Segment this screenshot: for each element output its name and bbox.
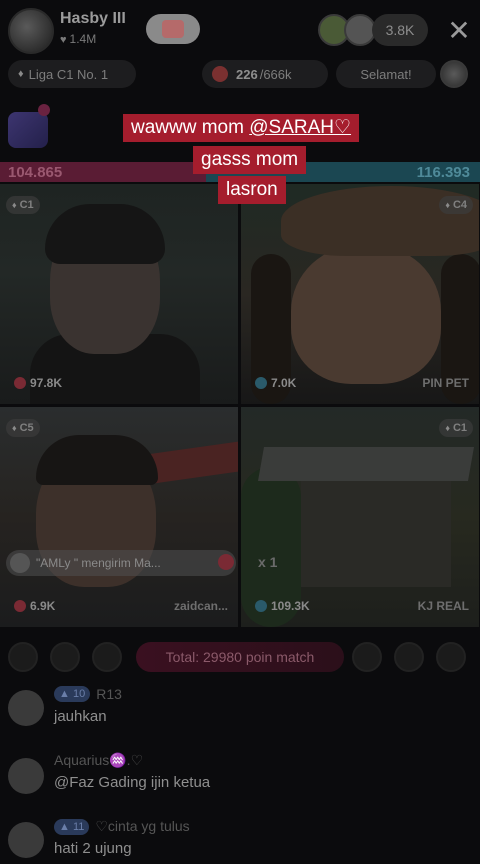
live-stream-screen: Hasby III ♥ 1.4M 3.8K ✕ ♦ Liga C1 No. 1 2… bbox=[0, 0, 480, 864]
rank-badge-label: C1 bbox=[452, 422, 467, 434]
goal-target: /666k bbox=[259, 66, 292, 82]
heart-icon: ♥ bbox=[60, 34, 67, 46]
host-name[interactable]: Hasby III bbox=[60, 10, 126, 28]
gift-icon bbox=[218, 554, 234, 570]
guest-name[interactable]: PIN PET bbox=[422, 376, 469, 390]
guest-video-2[interactable]: ♦ C4 7.0K PIN PET bbox=[241, 184, 479, 404]
guest-score-value: 109.3K bbox=[271, 599, 310, 613]
host-avatar[interactable] bbox=[8, 8, 54, 54]
chat-text: jauhkan bbox=[54, 708, 107, 725]
gift-count: x 1 bbox=[258, 554, 278, 570]
guest-score: 7.0K bbox=[255, 376, 296, 390]
chat-meta: ▲ 11 ♡cinta yg tulus bbox=[54, 818, 190, 835]
stats-row: ♦ Liga C1 No. 1 226 /666k Selamat! bbox=[0, 60, 480, 90]
goal-icon bbox=[212, 66, 228, 82]
diamond-icon: ♦ bbox=[18, 68, 24, 80]
guest-score-value: 6.9K bbox=[30, 599, 56, 613]
supporter-avatar[interactable] bbox=[352, 642, 382, 672]
rank-badge-label: C5 bbox=[19, 422, 34, 434]
guest-score: 109.3K bbox=[255, 599, 310, 613]
battle-video-grid: ♦ C1 97.8K ♦ C4 7.0K PIN PET ♦ C5 6.9K zaid… bbox=[0, 184, 480, 628]
chat-avatar[interactable] bbox=[8, 758, 44, 794]
chat-text: @Faz Gading ijin ketua bbox=[54, 774, 211, 791]
overlay-comments: wawww mom @SARAH♡ gasss mom lasron bbox=[0, 112, 480, 212]
guest-score-value: 97.8K bbox=[30, 376, 63, 390]
supporter-avatar[interactable] bbox=[436, 642, 466, 672]
league-label: Liga C1 No. 1 bbox=[28, 66, 109, 82]
score-icon bbox=[14, 377, 26, 389]
overlay-comment: gasss mom bbox=[193, 146, 307, 174]
chat-meta: Aquarius♒.♡ bbox=[54, 752, 143, 769]
goal-value: 226 bbox=[236, 66, 258, 82]
chat-list[interactable]: ▲ 10 R13 jauhkan Aquarius♒.♡ @Faz Gading… bbox=[0, 684, 480, 864]
guest-video-1[interactable]: ♦ C1 97.8K bbox=[0, 184, 238, 404]
sender-avatar bbox=[10, 553, 30, 573]
background-roof bbox=[150, 439, 238, 485]
chat-avatar[interactable] bbox=[8, 690, 44, 726]
score-icon bbox=[14, 600, 26, 612]
top-bar: Hasby III ♥ 1.4M 3.8K ✕ bbox=[0, 0, 480, 56]
goal-pill[interactable]: 226 /666k bbox=[202, 60, 328, 88]
overlay-comment-text: wawww mom bbox=[131, 117, 250, 138]
follow-button[interactable] bbox=[146, 14, 200, 44]
gift-banner: "AMLy " mengirim Ma... bbox=[6, 550, 236, 576]
guest-name[interactable]: KJ REAL bbox=[418, 599, 469, 613]
gift-banner-text: "AMLy " mengirim Ma... bbox=[36, 556, 161, 570]
chat-username[interactable]: R13 bbox=[96, 686, 122, 702]
level-value: 10 bbox=[72, 688, 86, 700]
diamond-icon: ♦ bbox=[445, 423, 450, 433]
chat-avatar[interactable] bbox=[8, 822, 44, 858]
host-likes-count: 1.4M bbox=[69, 32, 97, 46]
close-icon[interactable]: ✕ bbox=[444, 12, 474, 48]
viewer-avatars[interactable] bbox=[318, 14, 378, 46]
level-badge: ▲ 10 bbox=[54, 686, 91, 702]
league-pill[interactable]: ♦ Liga C1 No. 1 bbox=[8, 60, 136, 88]
guest-score-value: 7.0K bbox=[271, 376, 297, 390]
coin-icon[interactable] bbox=[440, 60, 468, 88]
chat-username[interactable]: Aquarius♒.♡ bbox=[54, 752, 143, 769]
chat-text: hati 2 ujung bbox=[54, 840, 132, 857]
score-icon bbox=[255, 377, 267, 389]
guest-score: 97.8K bbox=[14, 376, 62, 390]
guest-score: 6.9K bbox=[14, 599, 55, 613]
background-hut bbox=[301, 477, 451, 587]
guest-name[interactable]: zaidcan... bbox=[174, 599, 228, 613]
level-badge: ▲ 11 bbox=[54, 818, 90, 835]
guest-face bbox=[291, 244, 441, 384]
gift-icon bbox=[162, 20, 184, 38]
total-row: Total: 29980 poin match bbox=[0, 640, 480, 674]
host-likes: ♥ 1.4M bbox=[60, 32, 96, 46]
viewer-count[interactable]: 3.8K bbox=[372, 14, 428, 46]
overlay-comment: lasron bbox=[218, 176, 286, 204]
guest-hair bbox=[36, 435, 158, 485]
supporter-avatar[interactable] bbox=[394, 642, 424, 672]
rank-badge: ♦ C1 bbox=[439, 419, 473, 437]
guest-video-3[interactable]: ♦ C5 6.9K zaidcan... bbox=[0, 407, 238, 627]
guest-video-4[interactable]: ♦ C1 109.3K KJ REAL bbox=[241, 407, 479, 627]
supporter-avatar[interactable] bbox=[92, 642, 122, 672]
level-value: 11 bbox=[72, 820, 85, 833]
overlay-mention[interactable]: @SARAH♡ bbox=[249, 117, 351, 138]
supporter-avatar[interactable] bbox=[8, 642, 38, 672]
congrats-pill[interactable]: Selamat! bbox=[336, 60, 436, 88]
guest-hair bbox=[45, 204, 165, 264]
score-icon bbox=[255, 600, 267, 612]
chat-meta: ▲ 10 R13 bbox=[54, 686, 122, 702]
background-roof bbox=[258, 447, 474, 481]
total-points-pill[interactable]: Total: 29980 poin match bbox=[136, 642, 344, 672]
rank-badge: ♦ C5 bbox=[6, 419, 40, 437]
overlay-comment: wawww mom @SARAH♡ bbox=[123, 114, 360, 142]
chat-username[interactable]: ♡cinta yg tulus bbox=[95, 818, 189, 835]
diamond-icon: ♦ bbox=[12, 423, 17, 433]
supporter-avatar[interactable] bbox=[50, 642, 80, 672]
